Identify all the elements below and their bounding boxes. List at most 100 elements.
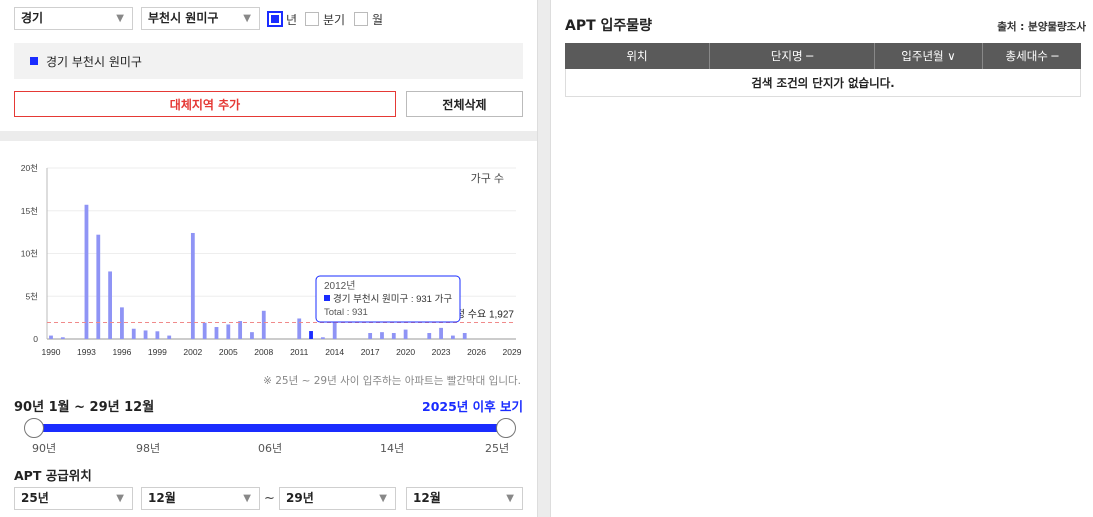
slider-tick-label: 90년 [32, 442, 57, 455]
chart-footnote: ※ 25년 ~ 29년 사이 입주하는 아파트는 빨간막대 입니다. [263, 375, 521, 387]
supply-to-month-select[interactable]: 12월 ▼ [406, 487, 523, 510]
bar[interactable] [391, 333, 396, 339]
x-tick-label: 2026 [467, 347, 486, 357]
x-tick-label: 2023 [432, 347, 451, 357]
supply-to-year-select[interactable]: 29년 ▼ [279, 487, 396, 510]
tooltip-series-value: 경기 부천시 원미구 : 931 가구 [333, 293, 452, 305]
bar[interactable] [320, 337, 325, 339]
bar[interactable] [143, 330, 148, 339]
x-tick-label: 1999 [148, 347, 167, 357]
view-after-2025-link[interactable]: 2025년 이후 보기 [422, 396, 523, 415]
bar[interactable] [84, 204, 89, 339]
bar[interactable] [427, 333, 432, 339]
supply-bar-chart: 0 5천 10천 15천 20천가구 수 1990 1993 1996 1999 2002 2005… [21, 163, 522, 357]
slider-tick-label: 06년 [258, 442, 283, 455]
province-select-value: 경기 [21, 11, 44, 25]
chart-unit-label: 가구 수 [471, 172, 504, 185]
x-tick-label: 2020 [396, 347, 415, 357]
supply-location-title: APT 공급위치 [14, 468, 92, 483]
delete-all-button[interactable]: 전체삭제 [406, 91, 523, 117]
period-quarter-label: 분기 [323, 12, 346, 27]
period-year-checkbox[interactable]: 년 [267, 10, 298, 28]
bar[interactable] [60, 337, 65, 339]
bar[interactable] [49, 335, 53, 339]
apt-move-in-title: APT 입주물량 [565, 18, 653, 34]
range-separator: ~ [264, 491, 275, 506]
section-separator [0, 131, 537, 141]
apt-table: 위치 단지명 ─ 입주년월 ∨ 총세대수 ─ 검색 조건의 단지가 없습니다. [565, 43, 1081, 97]
bar[interactable] [238, 321, 243, 339]
period-month-checkbox[interactable]: 월 [354, 10, 383, 28]
supply-from-year-value: 25년 [21, 491, 49, 505]
district-select[interactable]: 부천시 원미구 ▼ [141, 7, 260, 30]
bar[interactable] [261, 310, 266, 339]
checkbox-checked-icon [267, 11, 283, 27]
bar[interactable] [155, 331, 160, 339]
bar[interactable] [332, 321, 337, 339]
slider-start-handle[interactable] [24, 418, 44, 438]
bar[interactable] [96, 234, 101, 339]
bar[interactable] [226, 324, 231, 339]
bar[interactable] [250, 332, 254, 339]
bar[interactable] [380, 332, 384, 339]
period-quarter-checkbox[interactable]: 분기 [305, 10, 345, 28]
add-alternative-region-button[interactable]: 대체지역 추가 [14, 91, 396, 117]
slider-tick-label: 14년 [380, 442, 405, 455]
chevron-down-icon: ▼ [116, 13, 124, 24]
period-slider-track[interactable] [34, 424, 506, 432]
x-tick-label: 2017 [361, 347, 380, 357]
bar[interactable] [403, 329, 408, 339]
column-header-location[interactable]: 위치 [565, 43, 710, 69]
bar[interactable] [462, 333, 467, 339]
bar[interactable] [368, 333, 373, 339]
bar[interactable] [120, 307, 124, 339]
chevron-down-icon: ▼ [243, 493, 251, 504]
selected-region-label: 경기 부천시 원미구 [46, 54, 142, 69]
column-header-move-in-date[interactable]: 입주년월 ∨ [875, 43, 983, 69]
bar[interactable] [309, 331, 313, 339]
x-tick-label: 2008 [254, 347, 273, 357]
supply-to-year-value: 29년 [286, 491, 314, 505]
right-panel: APT 입주물량 출처 : 분양물량조사 위치 단지명 ─ 입주년월 ∨ 총세대… [551, 0, 1093, 517]
bar[interactable] [190, 232, 195, 339]
bar[interactable] [439, 327, 443, 339]
supply-from-month-select[interactable]: 12월 ▼ [141, 487, 260, 510]
checkbox-unchecked-icon [354, 12, 368, 26]
chevron-down-icon: ▼ [243, 13, 251, 24]
chevron-down-icon: ▼ [379, 493, 387, 504]
bar[interactable] [131, 328, 136, 339]
x-tick-label: 2002 [183, 347, 202, 357]
selected-region-item[interactable]: 경기 부천시 원미구 [14, 43, 523, 79]
column-header-total-units[interactable]: 총세대수 ─ [983, 43, 1081, 69]
panel-divider[interactable] [537, 0, 551, 517]
period-month-label: 월 [372, 12, 384, 27]
bar[interactable] [297, 318, 302, 339]
checkbox-unchecked-icon [305, 12, 319, 26]
province-select[interactable]: 경기 ▼ [14, 7, 133, 30]
legend-square-icon [30, 57, 38, 65]
x-tick-label: 2014 [325, 347, 344, 357]
table-header: 위치 단지명 ─ 입주년월 ∨ 총세대수 ─ [565, 43, 1081, 69]
bar[interactable] [167, 335, 172, 339]
bar[interactable] [450, 335, 455, 339]
slider-tick-label: 25년 [485, 442, 510, 455]
bar[interactable] [108, 271, 113, 339]
column-header-complex-name[interactable]: 단지명 ─ [710, 43, 875, 69]
bar[interactable] [202, 322, 207, 339]
x-tick-label: 1996 [112, 347, 131, 357]
slider-tick-label: 98년 [136, 442, 161, 455]
tooltip-legend-square-icon [324, 295, 330, 301]
supply-from-month-value: 12월 [148, 491, 176, 505]
chevron-down-icon: ▼ [116, 493, 124, 504]
x-tick-label: 2011 [290, 347, 309, 357]
table-empty-row: 검색 조건의 단지가 없습니다. [565, 69, 1081, 97]
slider-end-handle[interactable] [496, 418, 516, 438]
y-tick-label: 15천 [21, 206, 38, 216]
tooltip-total: Total : 931 [324, 307, 368, 318]
period-year-label: 년 [286, 12, 298, 27]
y-tick-label: 5천 [25, 291, 38, 301]
supply-from-year-select[interactable]: 25년 ▼ [14, 487, 133, 510]
district-select-value: 부천시 원미구 [148, 11, 219, 25]
left-panel: 경기 ▼ 부천시 원미구 ▼ 년 분기 월 경기 부천시 원미구 대체지역 추가… [0, 0, 537, 517]
bar[interactable] [214, 327, 219, 339]
